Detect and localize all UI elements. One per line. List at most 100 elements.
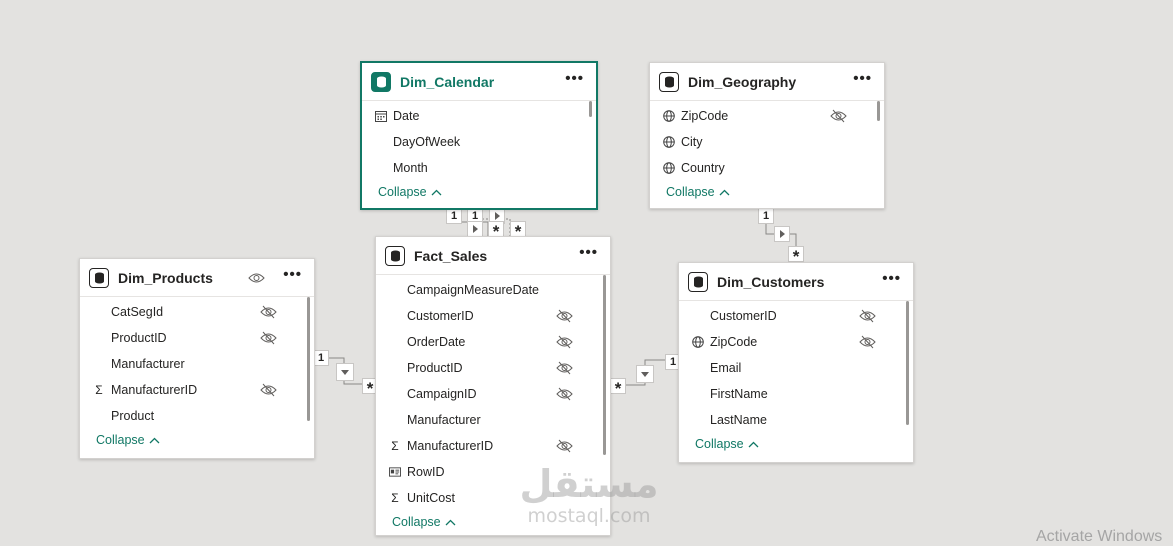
field-row[interactable]: DayOfWeek: [362, 129, 596, 155]
field-row[interactable]: FirstName: [679, 381, 913, 407]
direction-arrow-icon: [636, 365, 654, 383]
field-name: Manufacturer: [407, 413, 481, 427]
eye-slash-icon[interactable]: [260, 331, 277, 345]
field-name: UnitCost: [407, 491, 455, 505]
field-row[interactable]: Σ ManufacturerID: [376, 433, 610, 459]
field-name: Month: [393, 161, 428, 175]
field-row[interactable]: ZipCode: [650, 103, 884, 129]
eye-slash-icon[interactable]: [556, 335, 573, 349]
field-row[interactable]: Country: [650, 155, 884, 181]
table-title: Dim_Calendar: [400, 73, 495, 90]
field-name: CampaignID: [407, 387, 477, 401]
scrollbar[interactable]: [307, 297, 310, 421]
table-card-dim-customers[interactable]: Dim_Customers ••• CustomerID ZipCode Ema…: [678, 262, 914, 463]
calendar-icon: [375, 110, 387, 122]
table-card-header[interactable]: Dim_Geography •••: [650, 63, 884, 101]
collapse-button[interactable]: Collapse: [650, 181, 884, 203]
field-name: CustomerID: [710, 309, 777, 323]
eye-slash-icon[interactable]: [556, 439, 573, 453]
table-icon: [659, 71, 679, 92]
cardinality-many-label: *: [510, 221, 526, 241]
field-row[interactable]: Manufacturer: [376, 407, 610, 433]
field-row[interactable]: CustomerID: [679, 303, 913, 329]
scrollbar[interactable]: [603, 275, 606, 455]
field-row[interactable]: Manufacturer: [80, 351, 314, 377]
more-options-button[interactable]: •••: [847, 71, 874, 92]
field-row[interactable]: Product: [80, 403, 314, 429]
field-name: RowID: [407, 465, 445, 479]
cardinality-one-label: 1: [446, 208, 462, 224]
eye-slash-icon[interactable]: [556, 361, 573, 375]
field-row[interactable]: ZipCode: [679, 329, 913, 355]
table-card-header[interactable]: Dim_Products •••: [80, 259, 314, 297]
chevron-up-icon: [149, 437, 160, 443]
field-row[interactable]: CatSegId: [80, 299, 314, 325]
direction-arrow-icon: [774, 226, 790, 242]
chevron-up-icon: [445, 519, 456, 525]
field-row[interactable]: Σ ManufacturerID: [80, 377, 314, 403]
field-row[interactable]: ProductID: [376, 355, 610, 381]
field-list: CampaignMeasureDate CustomerID OrderDate…: [376, 275, 610, 511]
eye-slash-icon[interactable]: [859, 309, 876, 323]
field-name: CampaignMeasureDate: [407, 283, 540, 297]
eye-slash-icon[interactable]: [859, 335, 876, 349]
table-title: Dim_Geography: [688, 73, 797, 90]
table-card-header[interactable]: Dim_Customers •••: [679, 263, 913, 301]
field-name: City: [681, 135, 703, 149]
field-row[interactable]: CampaignMeasureDate: [376, 277, 610, 303]
collapse-label: Collapse: [392, 515, 441, 529]
eye-slash-icon[interactable]: [260, 383, 277, 397]
field-row[interactable]: OrderDate: [376, 329, 610, 355]
field-name: CustomerID: [407, 309, 474, 323]
relationship-geography-customers[interactable]: 1 *: [758, 208, 804, 266]
field-row[interactable]: RowID: [376, 459, 610, 485]
table-title: Fact_Sales: [414, 247, 488, 264]
eye-slash-icon[interactable]: [556, 309, 573, 323]
field-row[interactable]: City: [650, 129, 884, 155]
table-card-dim-calendar[interactable]: Dim_Calendar ••• Date DayOfWeek Month Co…: [360, 61, 598, 210]
eye-slash-icon[interactable]: [830, 109, 847, 123]
more-options-button[interactable]: •••: [559, 71, 586, 92]
relationship-products-fact[interactable]: 1 *: [313, 350, 379, 398]
table-title: Dim_Customers: [717, 273, 825, 290]
scrollbar[interactable]: [589, 101, 592, 117]
id-card-icon: [389, 466, 401, 478]
field-row[interactable]: Date: [362, 103, 596, 129]
field-name: DayOfWeek: [393, 135, 461, 149]
collapse-button[interactable]: Collapse: [679, 433, 913, 455]
field-row[interactable]: ProductID: [80, 325, 314, 351]
more-options-button[interactable]: •••: [573, 245, 600, 266]
scrollbar[interactable]: [877, 101, 880, 121]
field-row[interactable]: CustomerID: [376, 303, 610, 329]
collapse-button[interactable]: Collapse: [362, 181, 596, 203]
table-card-fact-sales[interactable]: Fact_Sales ••• CampaignMeasureDate Custo…: [375, 236, 611, 536]
field-row[interactable]: LastName: [679, 407, 913, 433]
sigma-icon: Σ: [95, 383, 103, 397]
collapse-button[interactable]: Collapse: [80, 429, 314, 451]
more-options-button[interactable]: •••: [876, 271, 903, 292]
sigma-icon: Σ: [391, 491, 399, 505]
table-card-header[interactable]: Dim_Calendar •••: [362, 63, 596, 101]
relationship-fact-customers[interactable]: * 1: [609, 352, 681, 398]
field-name: ManufacturerID: [407, 439, 494, 453]
more-options-button[interactable]: •••: [277, 267, 304, 288]
field-row[interactable]: Σ UnitCost: [376, 485, 610, 511]
activate-windows-notice: Activate Windows: [1036, 528, 1163, 545]
eye-slash-icon[interactable]: [556, 387, 573, 401]
field-row[interactable]: Email: [679, 355, 913, 381]
field-row[interactable]: CampaignID: [376, 381, 610, 407]
field-row[interactable]: Month: [362, 155, 596, 181]
sigma-icon: Σ: [391, 439, 399, 453]
table-card-dim-products[interactable]: Dim_Products ••• CatSegId ProductID Manu…: [79, 258, 315, 459]
direction-arrow-icon: [336, 363, 354, 381]
field-name: ZipCode: [681, 109, 729, 123]
eye-icon[interactable]: [248, 272, 265, 284]
table-card-dim-geography[interactable]: Dim_Geography ••• ZipCode City Country C…: [649, 62, 885, 209]
field-list: CatSegId ProductID Manufacturer Σ Manufa…: [80, 297, 314, 429]
table-card-header[interactable]: Fact_Sales •••: [376, 237, 610, 275]
collapse-button[interactable]: Collapse: [376, 511, 610, 533]
eye-slash-icon[interactable]: [260, 305, 277, 319]
cardinality-one-label: 1: [758, 208, 774, 224]
relationship-calendar-fact[interactable]: 1 1 * *: [446, 208, 530, 241]
scrollbar[interactable]: [906, 301, 909, 425]
